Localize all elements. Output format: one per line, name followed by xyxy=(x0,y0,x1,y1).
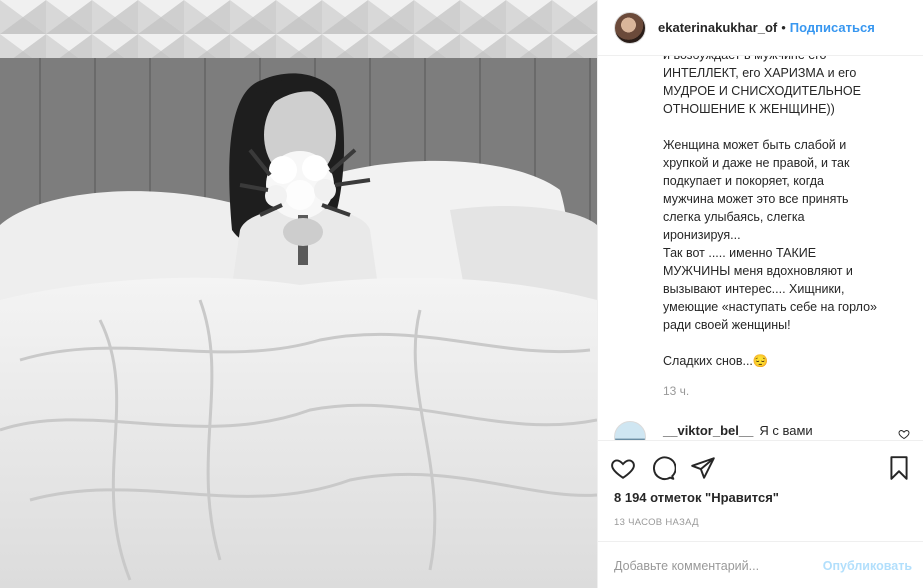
comment-username[interactable]: __viktor_bel__ xyxy=(663,423,753,438)
comment-row: __viktor_bel__ Я с вами xyxy=(598,420,923,440)
author-avatar[interactable] xyxy=(614,11,646,44)
caption-paragraph: Сладких снов...😔 xyxy=(663,354,769,368)
caption-area: и возбуждает в мужчине его ИНТЕЛЛЕКТ, ег… xyxy=(598,56,923,420)
author-username[interactable]: ekaterinakukhar_of xyxy=(658,20,777,35)
post-actions: 8 194 отметок "Нравится" 13 ЧАСОВ НАЗАД … xyxy=(598,440,923,573)
caption-time[interactable]: 13 ч. xyxy=(663,384,908,398)
commenter-avatar[interactable] xyxy=(614,421,646,440)
comment-bubble-icon[interactable] xyxy=(650,455,677,481)
add-comment-bar: Опубликовать xyxy=(598,541,923,588)
likes-count[interactable]: 8 194 отметок "Нравится" xyxy=(614,490,779,505)
post-photo[interactable] xyxy=(0,0,597,588)
heart-icon[interactable] xyxy=(610,455,636,481)
bookmark-icon[interactable] xyxy=(886,455,912,481)
caption-paragraph: Женщина может быть слабой и хрупкой и да… xyxy=(663,138,877,332)
follow-button[interactable]: Подписаться xyxy=(790,20,875,35)
comment-heart-icon[interactable] xyxy=(898,428,910,440)
posted-time[interactable]: 13 ЧАСОВ НАЗАД xyxy=(614,517,699,528)
post-header: ekaterinakukhar_of • Подписаться xyxy=(598,0,923,56)
caption-paragraph: и возбуждает в мужчине его ИНТЕЛЛЕКТ, ег… xyxy=(663,56,861,116)
comment-text: Я с вами xyxy=(759,422,813,438)
publish-button[interactable]: Опубликовать xyxy=(823,559,912,573)
paper-plane-icon[interactable] xyxy=(690,455,716,481)
comment-input[interactable] xyxy=(614,558,823,573)
action-icons xyxy=(610,455,716,481)
bride-in-bed-photo xyxy=(0,0,597,588)
post-side-panel: ekaterinakukhar_of • Подписаться и возбу… xyxy=(597,0,923,588)
header-separator: • xyxy=(781,20,786,35)
